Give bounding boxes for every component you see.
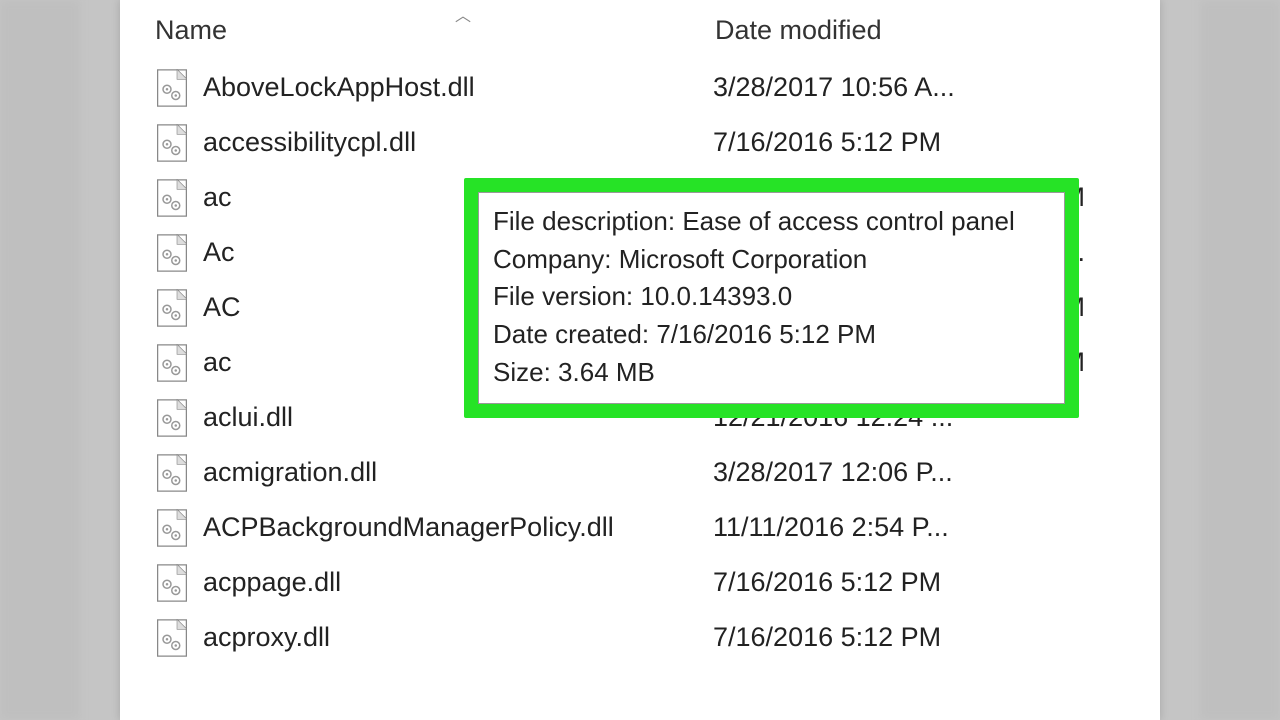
dll-file-icon bbox=[157, 509, 187, 547]
file-row[interactable]: acproxy.dll 7/16/2016 5:12 PM bbox=[155, 610, 1125, 665]
file-name: accessibilitycpl.dll bbox=[203, 127, 713, 158]
column-header-date[interactable]: Date modified bbox=[715, 15, 1125, 46]
blur-edge-left bbox=[0, 0, 80, 720]
tooltip-highlight-box: File description: Ease of access control… bbox=[464, 178, 1079, 418]
file-date: 7/16/2016 5:12 PM bbox=[713, 127, 1125, 158]
file-explorer-panel: ︿ Name Date modified AboveLockAppHost.dl… bbox=[120, 0, 1160, 720]
file-name: acproxy.dll bbox=[203, 622, 713, 653]
dll-file-icon bbox=[157, 179, 187, 217]
tooltip-date-created: Date created: 7/16/2016 5:12 PM bbox=[493, 316, 1050, 354]
file-row[interactable]: accessibilitycpl.dll 7/16/2016 5:12 PM bbox=[155, 115, 1125, 170]
file-date: 7/16/2016 5:12 PM bbox=[713, 567, 1125, 598]
file-date: 3/28/2017 10:56 A... bbox=[713, 72, 1125, 103]
tooltip-file-description: File description: Ease of access control… bbox=[493, 203, 1050, 241]
tooltip-company: Company: Microsoft Corporation bbox=[493, 241, 1050, 279]
file-date: 3/28/2017 12:06 P... bbox=[713, 457, 1125, 488]
file-row[interactable]: acmigration.dll 3/28/2017 12:06 P... bbox=[155, 445, 1125, 500]
column-header-name[interactable]: Name bbox=[155, 15, 715, 46]
tooltip-file-version: File version: 10.0.14393.0 bbox=[493, 278, 1050, 316]
column-headers: ︿ Name Date modified bbox=[120, 0, 1160, 60]
dll-file-icon bbox=[157, 564, 187, 602]
file-name: ACPBackgroundManagerPolicy.dll bbox=[203, 512, 713, 543]
dll-file-icon bbox=[157, 69, 187, 107]
file-properties-tooltip: File description: Ease of access control… bbox=[478, 192, 1065, 404]
file-row[interactable]: AboveLockAppHost.dll 3/28/2017 10:56 A..… bbox=[155, 60, 1125, 115]
dll-file-icon bbox=[157, 234, 187, 272]
file-date: 11/11/2016 2:54 P... bbox=[713, 512, 1125, 543]
file-row[interactable]: acppage.dll 7/16/2016 5:12 PM bbox=[155, 555, 1125, 610]
file-date: 7/16/2016 5:12 PM bbox=[713, 622, 1125, 653]
dll-file-icon bbox=[157, 619, 187, 657]
dll-file-icon bbox=[157, 344, 187, 382]
tooltip-size: Size: 3.64 MB bbox=[493, 354, 1050, 392]
file-row[interactable]: ACPBackgroundManagerPolicy.dll 11/11/201… bbox=[155, 500, 1125, 555]
file-name: acmigration.dll bbox=[203, 457, 713, 488]
file-name: AboveLockAppHost.dll bbox=[203, 72, 713, 103]
sort-ascending-icon[interactable]: ︿ bbox=[455, 2, 471, 26]
dll-file-icon bbox=[157, 454, 187, 492]
blur-edge-right bbox=[1200, 0, 1280, 720]
dll-file-icon bbox=[157, 289, 187, 327]
file-name: acppage.dll bbox=[203, 567, 713, 598]
dll-file-icon bbox=[157, 399, 187, 437]
dll-file-icon bbox=[157, 124, 187, 162]
